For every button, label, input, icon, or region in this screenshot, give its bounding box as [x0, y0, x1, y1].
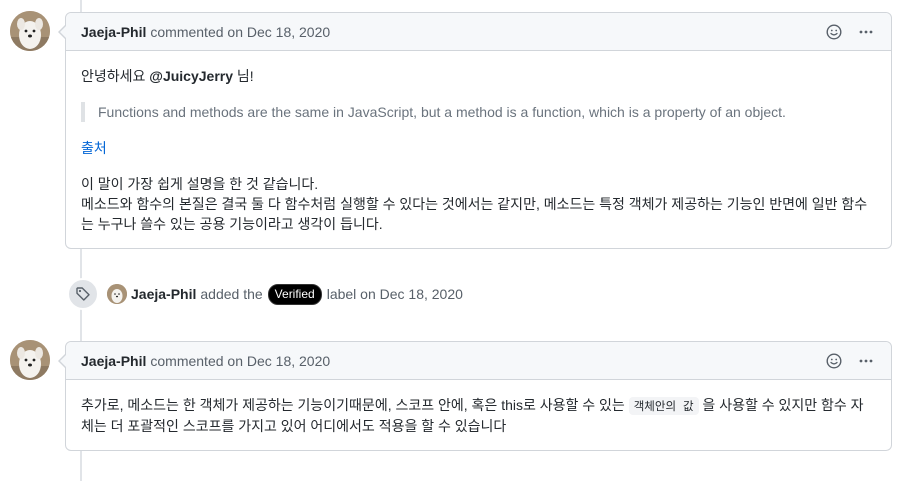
greeting-suffix: 님!	[233, 68, 254, 84]
comment-author[interactable]: Jaeja-Phil	[81, 353, 146, 369]
label-event: Jaeja-Phil added the Verified label on D…	[67, 278, 463, 310]
comment-text: 추가로, 메소드는 한 객체가 제공하는 기능이기때문에, 스코프 안에, 혹은…	[81, 395, 876, 436]
greeting: 안녕하세요 @JuicyJerry 님!	[81, 66, 876, 86]
paragraph-line-2: 메소드와 함수의 본질은 결국 둘 다 함수처럼 실행할 수 있다는 것에서는 …	[81, 196, 868, 232]
smiley-icon[interactable]	[824, 351, 844, 371]
comment-timestamp[interactable]: commented on Dec 18, 2020	[150, 24, 330, 40]
tag-icon	[67, 278, 99, 310]
comment-timestamp[interactable]: commented on Dec 18, 2020	[150, 353, 330, 369]
kebab-horizontal-icon[interactable]	[856, 22, 876, 42]
event-suffix[interactable]: label on Dec 18, 2020	[327, 286, 463, 302]
comment-header: Jaeja-Phil commented on Dec 18, 2020	[66, 13, 891, 51]
paragraph-line-1: 이 말이 가장 쉽게 설명을 한 것 같습니다.	[81, 176, 319, 192]
dog-avatar-icon	[10, 11, 50, 51]
verified-label[interactable]: Verified	[267, 283, 322, 305]
avatar[interactable]	[10, 11, 50, 51]
source-link[interactable]: 출처	[81, 140, 107, 156]
dog-avatar-icon	[10, 340, 50, 380]
smiley-icon[interactable]	[824, 22, 844, 42]
comment-body: 추가로, 메소드는 한 객체가 제공하는 기능이기때문에, 스코프 안에, 혹은…	[66, 380, 891, 450]
blockquote: Functions and methods are the same in Ja…	[81, 102, 876, 122]
user-mention[interactable]: @JuicyJerry	[149, 68, 233, 84]
comment-header: Jaeja-Phil commented on Dec 18, 2020	[66, 342, 891, 380]
comment-body: 안녕하세요 @JuicyJerry 님! Functions and metho…	[66, 51, 891, 248]
comment-1: Jaeja-Phil commented on Dec 18, 2020 안녕하…	[58, 12, 892, 249]
text-before-code: 추가로, 메소드는 한 객체가 제공하는 기능이기때문에, 스코프 안에, 혹은…	[81, 397, 629, 413]
inline-code: 객체안의 값	[628, 397, 699, 415]
event-author[interactable]: Jaeja-Phil	[131, 286, 196, 302]
avatar[interactable]	[10, 340, 50, 380]
event-avatar[interactable]	[107, 284, 127, 304]
event-added-text: added the	[200, 286, 263, 302]
greeting-prefix: 안녕하세요	[81, 68, 150, 84]
comment-2: Jaeja-Phil commented on Dec 18, 2020 추가로…	[58, 341, 892, 451]
comment-author[interactable]: Jaeja-Phil	[81, 24, 146, 40]
kebab-horizontal-icon[interactable]	[856, 351, 876, 371]
